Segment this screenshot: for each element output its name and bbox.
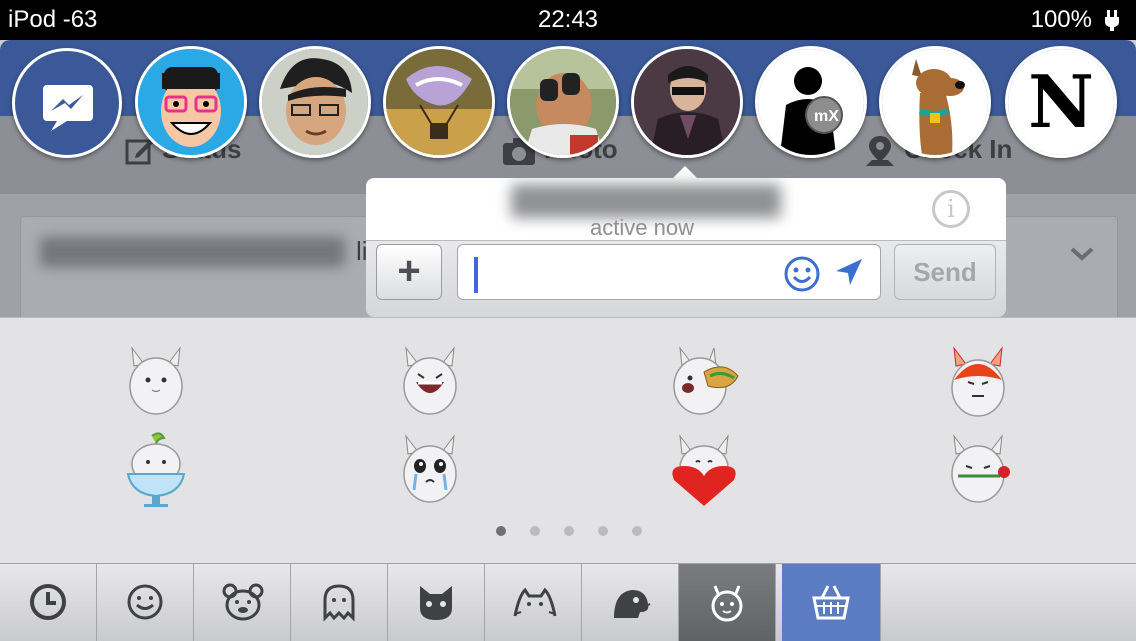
tab-ghost[interactable]	[291, 564, 388, 641]
tab-recent[interactable]	[0, 564, 97, 641]
sticker-bunny-laughing[interactable]	[390, 342, 470, 422]
sticker-bunny-neutral[interactable]	[116, 342, 196, 422]
page-dot[interactable]	[598, 526, 608, 536]
send-button[interactable]: Send	[894, 244, 996, 300]
blurred-contact-name	[511, 184, 781, 218]
sticker-bunny-in-cup[interactable]	[116, 430, 196, 510]
smiley-icon	[127, 584, 163, 620]
blurred-poster-name	[40, 237, 345, 267]
pusheen-cat-icon	[513, 587, 557, 617]
text-caret	[474, 257, 478, 293]
active-status: active now	[590, 215, 694, 240]
chat-head-avatar-gothic-n[interactable]: N	[1005, 46, 1117, 158]
svg-text:mX: mX	[814, 108, 839, 125]
chat-head-avatar-balloon[interactable]	[383, 46, 495, 158]
bear-icon	[222, 583, 264, 621]
chat-head-avatar-sunglasses[interactable]	[631, 46, 743, 158]
page-dot[interactable]	[632, 526, 642, 536]
chat-popup-header: active now i	[366, 178, 1006, 240]
chat-head-avatar-binoculars[interactable]	[507, 46, 619, 158]
tab-pusheen-cat[interactable]	[485, 564, 582, 641]
sticker-bunny-taco[interactable]	[664, 342, 744, 422]
location-pin-icon	[866, 136, 894, 167]
sticker-bunny-rose[interactable]	[938, 430, 1018, 510]
messenger-icon	[43, 85, 93, 131]
chat-head-avatar-silhouette-mx[interactable]: mX	[755, 46, 867, 158]
add-attachment-button[interactable]: +	[376, 244, 442, 300]
chat-head-avatar-cartoon-dog[interactable]	[879, 46, 991, 158]
sticker-bunny-angry[interactable]	[938, 342, 1018, 422]
horned-bunny-icon	[711, 585, 743, 622]
sticker-store-basket-icon	[812, 585, 850, 620]
page-dot[interactable]	[564, 526, 574, 536]
chat-head-avatar-cartoon-glasses[interactable]	[135, 46, 247, 158]
sticker-bunny-heart[interactable]	[664, 430, 744, 510]
battery-label: 100%	[1030, 6, 1092, 33]
sticker-tab-bar	[0, 563, 1136, 641]
cat-icon	[420, 586, 452, 620]
tab-dinosaur[interactable]	[582, 564, 679, 641]
chat-head-avatar-man-squinting[interactable]	[259, 46, 371, 158]
ghost-icon	[323, 584, 355, 622]
sticker-bunny-crying[interactable]	[390, 430, 470, 510]
emoji-smiley-icon[interactable]	[784, 256, 820, 292]
clock-label: 22:43	[537, 6, 599, 33]
status-bar: iPod -63 22:43 100%	[0, 0, 1136, 40]
plug-icon	[1105, 10, 1119, 31]
dinosaur-icon	[614, 590, 651, 618]
tab-sticker-store[interactable]	[782, 564, 881, 641]
recent-clock-icon	[30, 584, 66, 620]
chat-compose-bar: + Send	[366, 240, 1006, 317]
tab-horned-bunny[interactable]	[679, 564, 776, 641]
tab-cat[interactable]	[388, 564, 485, 641]
tab-smiley[interactable]	[97, 564, 194, 641]
message-input[interactable]	[457, 244, 881, 300]
tab-bear[interactable]	[194, 564, 291, 641]
gothic-letter: N	[1028, 59, 1094, 144]
page-dot[interactable]	[496, 526, 506, 536]
location-arrow-icon[interactable]	[832, 257, 864, 289]
info-icon[interactable]: i	[932, 190, 970, 228]
sticker-page-indicator	[0, 526, 1136, 540]
messenger-chat-head[interactable]	[12, 48, 122, 158]
page-dot[interactable]	[530, 526, 540, 536]
chevron-down-icon[interactable]	[1070, 246, 1094, 262]
